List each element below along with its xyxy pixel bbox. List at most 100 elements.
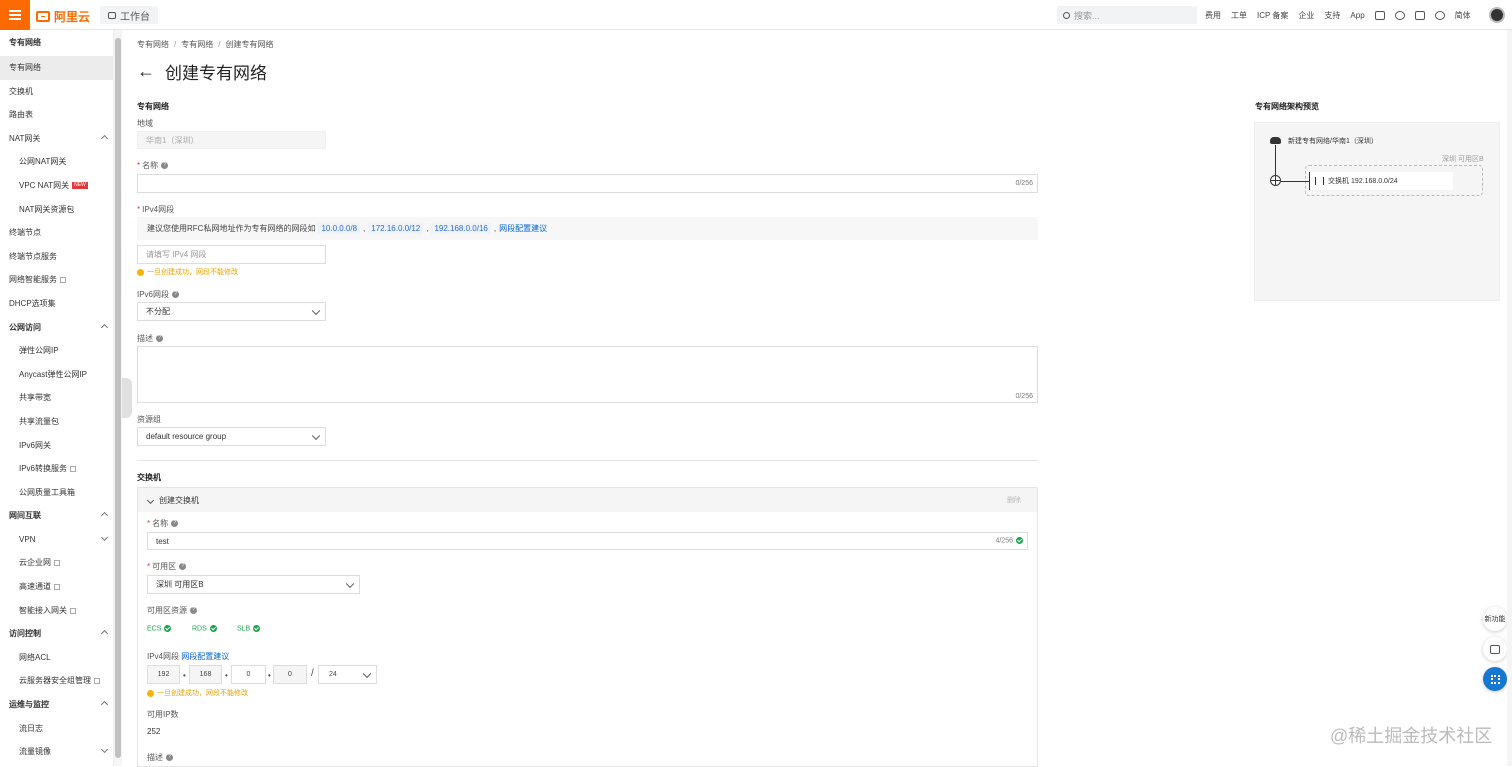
delete-button[interactable]: 删除: [1007, 495, 1021, 505]
feedback-button[interactable]: [1483, 637, 1507, 661]
sidebar-item-label: 运维与监控: [9, 700, 49, 710]
warning-icon: [137, 268, 144, 276]
sidebar-item[interactable]: 公网质量工具箱: [0, 481, 113, 505]
external-link-icon: [54, 560, 60, 567]
sidebar-item[interactable]: 智能接入网关: [0, 599, 113, 623]
help-icon[interactable]: ?: [190, 607, 197, 615]
sidebar-scrollbar[interactable]: [114, 30, 122, 766]
help-icon[interactable]: ?: [171, 520, 179, 528]
sidebar-item[interactable]: 终端节点服务: [0, 245, 113, 269]
help-icon[interactable]: ?: [172, 291, 180, 299]
link-app[interactable]: App: [1350, 11, 1364, 20]
sidebar-item[interactable]: IPv6网关: [0, 434, 113, 458]
chevron-down-icon[interactable]: [100, 746, 109, 754]
sidebar-item[interactable]: 网络智能服务: [0, 268, 113, 292]
sidebar-item[interactable]: 访问控制: [0, 622, 113, 646]
cidr-advice-link[interactable]: 网段配置建议: [181, 652, 229, 661]
vswitch-card-header[interactable]: 创建交换机 删除: [138, 488, 1037, 512]
scrollbar-thumb[interactable]: [115, 38, 121, 758]
logo[interactable]: 阿里云: [36, 8, 90, 25]
sidebar-item[interactable]: 流量镜像: [0, 740, 113, 764]
sidebar-collapse-handle[interactable]: [122, 378, 132, 418]
sidebar-item[interactable]: 流日志: [0, 717, 113, 741]
chevron-up-icon[interactable]: [100, 134, 109, 142]
sidebar-item[interactable]: 网间互联: [0, 504, 113, 528]
region-value: 华南1（深圳）: [146, 135, 199, 145]
cart-icon[interactable]: [1414, 10, 1425, 20]
link-enterprise[interactable]: 企业: [1298, 10, 1314, 21]
search-input[interactable]: 搜索...: [1057, 6, 1197, 24]
link-icp[interactable]: ICP 备案: [1257, 10, 1288, 21]
cidr-option[interactable]: 10.0.0.0/8: [318, 223, 361, 234]
new-feature-button[interactable]: 新功能: [1483, 607, 1507, 631]
sidebar-item[interactable]: 共享流量包: [0, 410, 113, 434]
help-icon[interactable]: ?: [161, 162, 169, 170]
ip-octet-3[interactable]: 0: [231, 665, 266, 684]
sidebar-item[interactable]: 云企业网: [0, 551, 113, 575]
ipv4-cidr-input[interactable]: 请填写 IPv4 网段: [137, 245, 326, 264]
cidr-option[interactable]: 192.168.0.0/16: [431, 223, 491, 234]
chevron-down-icon[interactable]: [100, 533, 109, 541]
breadcrumb-item[interactable]: 专有网络: [181, 40, 213, 49]
sidebar-item[interactable]: 网络ACL: [0, 646, 113, 670]
back-arrow-icon[interactable]: ←: [137, 61, 155, 82]
help-icon[interactable]: ?: [166, 754, 173, 762]
link-fees[interactable]: 费用: [1205, 10, 1221, 21]
vpc-desc-textarea[interactable]: 0/256: [137, 346, 1038, 403]
help-icon[interactable]: [1434, 10, 1445, 20]
mask-select[interactable]: 24: [318, 665, 377, 684]
resource-group-select[interactable]: default resource group: [137, 427, 326, 446]
sidebar-item[interactable]: 终端节点: [0, 221, 113, 245]
avatar[interactable]: [1489, 7, 1505, 23]
sidebar-item[interactable]: 交换机: [0, 80, 113, 104]
breadcrumb-item[interactable]: 专有网络: [137, 40, 169, 49]
chevron-up-icon[interactable]: [100, 700, 109, 709]
top-links: 费用 工单 ICP 备案 企业 支持 App 简体: [1205, 0, 1471, 30]
sidebar-item[interactable]: 公网NAT网关: [0, 150, 113, 174]
chevron-up-icon[interactable]: [100, 512, 109, 520]
chevron-up-icon[interactable]: [100, 323, 109, 331]
sidebar-item-label: 交换机: [9, 86, 33, 96]
sidebar-item[interactable]: NAT网关资源包: [0, 198, 113, 222]
help-icon[interactable]: ?: [179, 563, 187, 571]
sidebar-item[interactable]: 公网访问: [0, 316, 113, 340]
sidebar-item[interactable]: VPN: [0, 528, 113, 552]
language-switch[interactable]: 简体: [1455, 10, 1471, 21]
cidr-option[interactable]: 172.16.0.0/12: [368, 223, 424, 234]
external-link-icon: [70, 465, 77, 472]
vswitch-name-input[interactable]: test 4/256: [147, 532, 1028, 550]
link-tickets[interactable]: 工单: [1231, 10, 1247, 21]
chevron-down-icon[interactable]: [146, 496, 155, 504]
sidebar-item[interactable]: 云服务器安全组管理: [0, 669, 113, 693]
sidebar-item[interactable]: 高速通道: [0, 575, 113, 599]
switch-icon: [1315, 177, 1324, 185]
sidebar-item[interactable]: 共享带宽: [0, 386, 113, 410]
sidebar-item[interactable]: 弹性公网IP: [0, 339, 113, 363]
vpc-name-input[interactable]: 0/256: [137, 174, 1038, 193]
zone-select[interactable]: 深圳 可用区B: [147, 575, 360, 594]
sidebar-item[interactable]: 专有网络: [0, 56, 113, 80]
chevron-up-icon[interactable]: [100, 630, 109, 638]
bell-icon[interactable]: [1394, 10, 1405, 20]
link-support[interactable]: 支持: [1324, 10, 1340, 21]
workbench-button[interactable]: 工作台: [100, 6, 158, 24]
help-icon[interactable]: ?: [156, 335, 163, 343]
ipv6-select[interactable]: 不分配: [137, 302, 326, 321]
sidebar-item[interactable]: 路由表: [0, 103, 113, 127]
sidebar-item-label: IPv6转换服务: [19, 464, 68, 474]
sidebar-item[interactable]: DHCP选项集: [0, 292, 113, 316]
page-scrollbar[interactable]: [1507, 30, 1512, 766]
sidebar-item[interactable]: 运维与监控: [0, 693, 113, 717]
sidebar-item[interactable]: Anycast弹性公网IP: [0, 363, 113, 387]
cidr-advice-link[interactable]: 网段配置建议: [499, 223, 547, 234]
menu-icon[interactable]: [0, 0, 30, 30]
sidebar-item-label: 公网访问: [9, 322, 41, 332]
sidebar-item[interactable]: IPv6转换服务: [0, 457, 113, 481]
sidebar-item[interactable]: NAT网关: [0, 127, 113, 151]
sidebar-item-label: DHCP选项集: [9, 298, 56, 308]
message-icon[interactable]: [1374, 10, 1385, 20]
preview-switch-label: 交换机 192.168.0.0/24: [1328, 178, 1398, 185]
apps-grid-button[interactable]: [1483, 667, 1507, 691]
sidebar-item-label: 弹性公网IP: [19, 346, 59, 356]
sidebar-item[interactable]: VPC NAT网关 NEW: [0, 174, 113, 198]
